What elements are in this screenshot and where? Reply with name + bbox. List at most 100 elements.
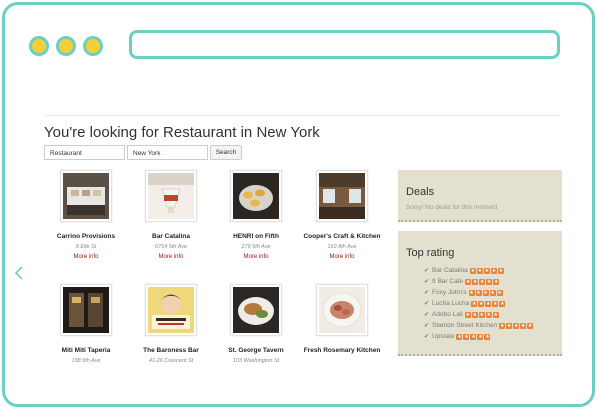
restaurant-photo[interactable] (145, 170, 197, 222)
more-info-link[interactable]: More info (213, 254, 299, 260)
star-rating: ★ ★ ★ ★ ★ (464, 309, 500, 320)
star-icon: ★ (492, 301, 499, 307)
page-title: You're looking for Restaurant in New Yor… (44, 124, 320, 141)
rating-item[interactable]: ✔ 9 Bar Cafe ★ ★ ★ ★ ★ (424, 276, 534, 287)
restaurant-address: 6754 5th Ave (154, 244, 188, 250)
restaurant-name[interactable]: Cooper's Craft & Kitchen (299, 232, 385, 241)
star-icon: ★ (478, 312, 485, 318)
restaurant-photo[interactable] (316, 170, 368, 222)
header-divider (44, 115, 560, 116)
checkmark-icon: ✔ (424, 301, 430, 308)
star-icon: ★ (493, 279, 500, 285)
window-control-dot[interactable] (56, 36, 76, 56)
restaurant-name[interactable]: Fresh Rosemary Kitchen (299, 346, 385, 355)
rating-item-name[interactable]: 9 Bar Cafe (432, 278, 463, 285)
star-icon: ★ (497, 268, 504, 274)
rating-item-name[interactable]: Foxy John's (432, 289, 466, 296)
star-icon: ★ (475, 290, 482, 296)
star-icon: ★ (479, 279, 486, 285)
rating-item[interactable]: ✔ Stanton Street Kitchen ★ ★ ★ ★ ★ (424, 320, 534, 331)
what-search-input[interactable]: Restaurant (44, 145, 125, 160)
rating-item[interactable]: ✔ Upstate ★ ★ ★ ★ ★ (424, 331, 534, 342)
more-info-link[interactable]: More info (43, 254, 129, 260)
search-button[interactable]: Search (210, 145, 242, 160)
star-icon: ★ (485, 301, 492, 307)
star-icon: ★ (468, 290, 475, 296)
rating-item[interactable]: ✔ Adobo Lali ★ ★ ★ ★ ★ (424, 309, 534, 320)
rating-item[interactable]: ✔ Lucha Lucha ★ ★ ★ ★ ★ (424, 298, 534, 309)
address-bar[interactable] (129, 30, 560, 59)
star-icon: ★ (489, 290, 496, 296)
rating-item-name[interactable]: Lucha Lucha (432, 300, 469, 307)
star-icon: ★ (483, 268, 490, 274)
star-icon: ★ (463, 334, 470, 340)
restaurant-address: 103 Washington St (232, 358, 280, 364)
where-search-input[interactable]: New York (127, 145, 208, 160)
restaurant-photo[interactable] (230, 284, 282, 336)
restaurant-card[interactable]: St. George Tavern 103 Washington St (213, 284, 299, 364)
restaurant-address: 8 Elle St (75, 244, 97, 250)
star-icon: ★ (456, 334, 463, 340)
rating-item-name[interactable]: Adobo Lali (432, 311, 463, 318)
restaurant-card[interactable]: Cooper's Craft & Kitchen 169 8th Ave Mor… (299, 170, 385, 260)
star-icon: ★ (472, 279, 479, 285)
star-icon: ★ (490, 268, 497, 274)
star-icon: ★ (499, 301, 506, 307)
restaurant-name[interactable]: The Baroness Bar (128, 346, 214, 355)
star-icon: ★ (484, 334, 491, 340)
deals-heading: Deals (406, 186, 435, 198)
rating-item[interactable]: ✔ Foxy John's ★ ★ ★ ★ ★ (424, 287, 534, 298)
rating-item[interactable]: ✔ Bar Catalina ★ ★ ★ ★ ★ (424, 265, 534, 276)
star-icon: ★ (470, 334, 477, 340)
chevron-left-icon[interactable] (14, 266, 24, 280)
restaurant-card[interactable]: The Baroness Bar 41-26 Crescent St (128, 284, 214, 364)
restaurant-name[interactable]: Bar Catalina (128, 232, 214, 241)
restaurant-photo[interactable] (230, 170, 282, 222)
checkmark-icon: ✔ (424, 268, 430, 275)
restaurant-name[interactable]: Miti Miti Taperia (43, 346, 129, 355)
rating-item-name[interactable]: Bar Catalina (432, 267, 468, 274)
more-info-link[interactable]: More info (128, 254, 214, 260)
top-rating-panel: Top rating ✔ Bar Catalina ★ ★ ★ ★ ★ ✔ 9 Bar Caf… (398, 231, 562, 356)
restaurant-photo[interactable] (60, 170, 112, 222)
star-icon: ★ (499, 323, 506, 329)
star-rating: ★ ★ ★ ★ ★ (456, 331, 491, 342)
more-info-link[interactable]: More info (299, 254, 385, 260)
checkmark-icon: ✔ (424, 290, 430, 297)
restaurant-photo[interactable] (316, 284, 368, 336)
star-icon: ★ (513, 323, 520, 329)
star-icon: ★ (476, 268, 483, 274)
restaurant-name[interactable]: St. George Tavern (213, 346, 299, 355)
star-icon: ★ (478, 301, 485, 307)
restaurant-card[interactable]: Carrino Provisions 8 Elle St More info (43, 170, 129, 260)
window-control-dot[interactable] (29, 36, 49, 56)
deals-message: Sorry! No deals for this moment (406, 204, 498, 211)
star-icon: ★ (485, 312, 492, 318)
checkmark-icon: ✔ (424, 323, 430, 330)
star-rating: ★ ★ ★ ★ ★ (468, 287, 504, 298)
star-icon: ★ (469, 268, 476, 274)
rating-item-name[interactable]: Upstate (432, 333, 454, 340)
star-icon: ★ (465, 279, 472, 285)
star-rating: ★ ★ ★ ★ ★ (469, 265, 505, 276)
checkmark-icon: ✔ (424, 279, 430, 286)
restaurant-photo[interactable] (60, 284, 112, 336)
restaurant-card[interactable]: Fresh Rosemary Kitchen (299, 284, 385, 358)
restaurant-card[interactable]: Miti Miti Taperia 138 5th Ave (43, 284, 129, 364)
star-rating: ★ ★ ★ ★ ★ (499, 320, 534, 331)
star-icon: ★ (471, 301, 478, 307)
top-rating-list: ✔ Bar Catalina ★ ★ ★ ★ ★ ✔ 9 Bar Cafe ★ ★ ★ ★ ★ ✔ Fox… (424, 265, 534, 342)
rating-item-name[interactable]: Stanton Street Kitchen (432, 322, 497, 329)
restaurant-address: 169 8th Ave (327, 244, 357, 250)
star-icon: ★ (496, 290, 503, 296)
restaurant-card[interactable]: Bar Catalina 6754 5th Ave More info (128, 170, 214, 260)
window-control-dot[interactable] (83, 36, 103, 56)
restaurant-photo[interactable] (145, 284, 197, 336)
deals-panel: Deals Sorry! No deals for this moment (398, 170, 562, 222)
star-icon: ★ (486, 279, 493, 285)
restaurant-name[interactable]: HENRI on Fifth (213, 232, 299, 241)
checkmark-icon: ✔ (424, 334, 430, 341)
restaurant-card[interactable]: HENRI on Fifth 279 5th Ave More info (213, 170, 299, 260)
star-icon: ★ (520, 323, 527, 329)
restaurant-name[interactable]: Carrino Provisions (43, 232, 129, 241)
